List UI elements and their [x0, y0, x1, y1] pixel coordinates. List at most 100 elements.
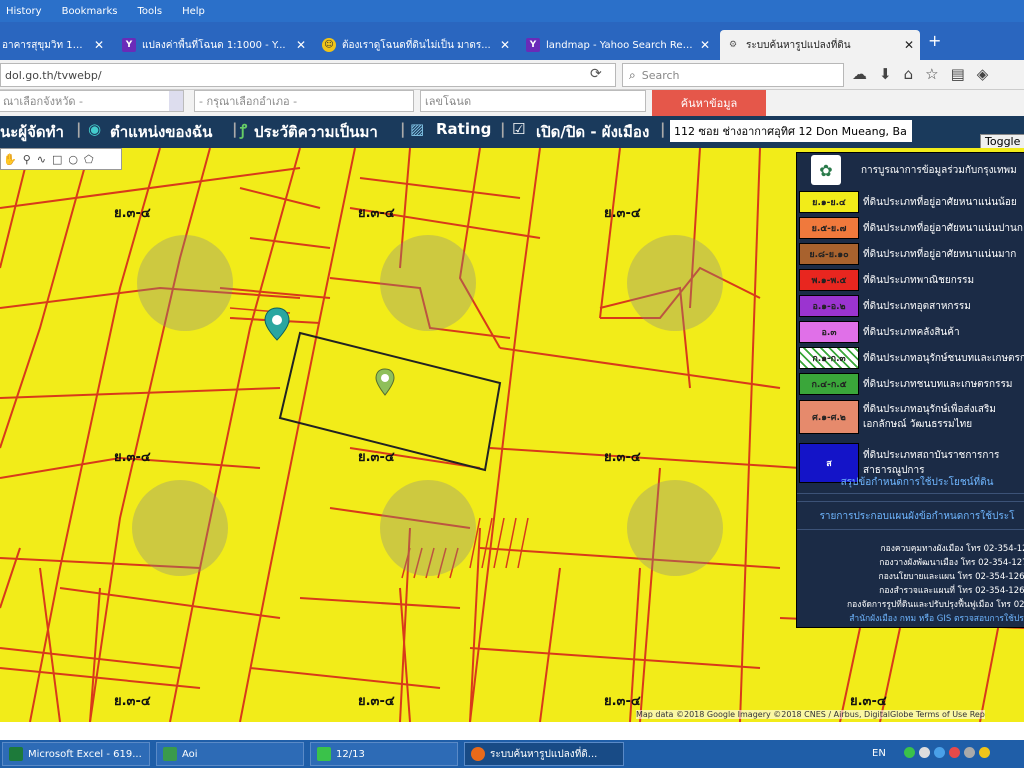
toolbar-about[interactable]: นะผู้จัดทำ [0, 120, 64, 144]
nav-icons: ☁ ⬇ ⌂ ☆ ▤ ◈ [852, 65, 988, 83]
province-select[interactable]: ณาเลือกจังหวัด - [0, 90, 184, 112]
circle-tool-icon[interactable]: ○ [68, 153, 78, 166]
menu-tools[interactable]: Tools [137, 6, 162, 17]
language-indicator[interactable]: EN [872, 748, 886, 759]
rectangle-tool-icon[interactable]: □ [52, 153, 62, 166]
toggle-label: Toggle [985, 135, 1021, 148]
toolbar-my-location[interactable]: ตำแหน่งของฉัน [110, 120, 212, 144]
zone-label: ย.๓-๔ [114, 450, 151, 465]
legend-swatch: ก.๑-ก.๓ [799, 347, 859, 369]
legend-divider [797, 529, 1024, 530]
address-input[interactable]: 112 ซอย ช่างอากาศอุทิศ 12 Don Mueang, Ba [670, 120, 912, 142]
marker-tool-icon[interactable]: ⚲ [23, 153, 31, 166]
search-input[interactable]: ⌕ Search [622, 63, 844, 87]
menu-bar: History Bookmarks Tools Help [0, 0, 1024, 22]
sprout-icon: ꝭ [240, 121, 248, 139]
tab-label: ระบบค้นหารูปแปลงที่ดิน [746, 39, 851, 51]
power-icon[interactable] [979, 747, 990, 758]
menu-history[interactable]: History [6, 6, 42, 17]
zone-label: ย.๓-๔ [850, 694, 887, 709]
new-tab-icon[interactable]: + [928, 31, 941, 50]
toolbar-history[interactable]: ประวัติความเป็นมา [254, 120, 378, 144]
deed-number-input[interactable]: เลขโฉนด [420, 90, 646, 112]
legend-row: ย.๘-ย.๑๐ ที่ดินประเภทที่อยู่อาศัยหนาแน่น… [797, 241, 1024, 267]
tab-1[interactable]: Y แปลงค่าพื้นที่โฉนด 1:1000 - Y... ✕ [116, 30, 312, 60]
taskbar-label: Aoi [182, 748, 198, 760]
close-icon[interactable]: ✕ [904, 38, 914, 52]
checkbox-icon[interactable]: ☑ [512, 120, 525, 138]
taskbar-line[interactable]: 12/13 [310, 742, 458, 766]
province-select-value: ณาเลือกจังหวัด - [3, 95, 84, 108]
legend-link-summary[interactable]: สรุปข้อกำหนดการใช้ประโยชน์ที่ดิน [797, 475, 1024, 490]
toolbar-toggle-cityplan[interactable]: เปิด/ปิด - ผังเมือง [536, 120, 649, 144]
legend-swatch: พ.๑-พ.๕ [799, 269, 859, 291]
chart-icon: ▨ [410, 120, 425, 138]
legend-divider [797, 501, 1024, 502]
polyline-tool-icon[interactable]: ∿ [37, 153, 46, 166]
legend-panel: ✿ การบูรณาการข้อมูลร่วมกับกรุงเทพม ย.๑-ย… [796, 152, 1024, 628]
zone-label: ย.๓-๔ [358, 694, 395, 709]
taskbar-label: ระบบค้นหารูปแปลงที่ดิ... [490, 748, 598, 760]
extension-icon[interactable]: ☁ [852, 65, 867, 83]
globe-icon: ◉ [88, 120, 102, 138]
tab-3[interactable]: Y landmap - Yahoo Search Resu... ✕ [520, 30, 716, 60]
taskbar: Microsoft Excel - 619... Aoi 12/13 ระบบค… [0, 740, 1024, 768]
district-select[interactable]: - กรุณาเลือกอำเภอ - [194, 90, 414, 112]
tab-2[interactable]: ☺ ต้องเราดูโฉนดที่ดินไม่เป็น มาดร... ✕ [316, 30, 516, 60]
contact-line: กองนโยบายและแผน โทร 02-354-1262- [878, 572, 1024, 582]
menu-help[interactable]: Help [182, 6, 205, 17]
zone-label: ย.๓-๔ [604, 694, 641, 709]
toolbar-divider: | [660, 120, 666, 138]
smiley-icon: ☺ [322, 38, 336, 52]
legend-link-details[interactable]: รายการประกอบแผนผังข้อกำหนดการใช้ประโ [797, 509, 1024, 524]
download-icon[interactable]: ⬇ [879, 65, 892, 83]
close-icon[interactable]: ✕ [700, 38, 710, 52]
reading-list-icon[interactable]: ▤ [951, 65, 965, 83]
zone-label: ย.๓-๔ [358, 206, 395, 221]
user-icon [163, 747, 177, 761]
zone-label: ย.๓-๔ [604, 206, 641, 221]
parcel-marker-icon[interactable] [374, 368, 396, 396]
reload-icon[interactable]: ⟳ [590, 66, 602, 82]
skype-icon[interactable] [934, 747, 945, 758]
home-icon[interactable]: ⌂ [904, 65, 914, 83]
antivirus-icon[interactable] [949, 747, 960, 758]
location-pin-icon[interactable] [262, 306, 292, 342]
map-draw-tools: ✋ ⚲ ∿ □ ○ ⬠ [0, 148, 122, 170]
legend-footer-link[interactable]: สำนักผังเมือง กทม หรือ GIS ตรวจสอบการใช้… [797, 611, 1024, 625]
line-tray-icon[interactable] [904, 747, 915, 758]
taskbar-aoi[interactable]: Aoi [156, 742, 304, 766]
legend-row: ก.๔-ก.๕ ที่ดินประเภทชนบทและเกษตรกรรม [797, 371, 1024, 397]
close-icon[interactable]: ✕ [296, 38, 306, 52]
close-icon[interactable]: ✕ [94, 38, 104, 52]
menu-bookmarks[interactable]: Bookmarks [62, 6, 118, 17]
map-credit: Map data ©2018 Google Imagery ©2018 CNES… [636, 710, 985, 719]
polygon-tool-icon[interactable]: ⬠ [84, 153, 94, 166]
pocket-icon[interactable]: ◈ [977, 65, 989, 83]
tab-0[interactable]: อาคารสุขุมวิท 12 - ... ✕ [0, 30, 110, 60]
legend-text: ที่ดินประเภทชนบทและเกษตรกรรม [863, 378, 1013, 390]
taskbar-excel[interactable]: Microsoft Excel - 619... [2, 742, 150, 766]
tab-4-active[interactable]: ⚙ ระบบค้นหารูปแปลงที่ดิน ✕ [720, 30, 920, 60]
taskbar-firefox[interactable]: ระบบค้นหารูปแปลงที่ดิ... [464, 742, 624, 766]
zone-label: ย.๓-๔ [358, 450, 395, 465]
search-button-label: ค้นหาข้อมูล [680, 97, 738, 110]
toolbar-rating[interactable]: Rating [436, 120, 491, 138]
legend-swatch: ย.๕-ย.๗ [799, 217, 859, 239]
url-bar[interactable]: dol.go.th/tvwebp/ [0, 63, 616, 87]
search-button[interactable]: ค้นหาข้อมูล [652, 90, 766, 116]
close-icon[interactable]: ✕ [500, 38, 510, 52]
legend-text: ที่ดินประเภทอนุรักษ์ชนบทและเกษตรก [863, 352, 1024, 364]
tab-label: แปลงค่าพื้นที่โฉนด 1:1000 - Y... [142, 39, 286, 51]
toolbar-divider: | [400, 120, 406, 138]
bookmark-star-icon[interactable]: ☆ [925, 65, 938, 83]
legend-swatch: ศ.๑-ศ.๒ [799, 400, 859, 434]
volume-icon[interactable] [964, 747, 975, 758]
zone-label: ย.๓-๔ [114, 206, 151, 221]
network-icon[interactable] [919, 747, 930, 758]
bma-seal-icon: ✿ [811, 155, 841, 185]
chevron-down-icon[interactable] [169, 91, 183, 111]
legend-row: ศ.๑-ศ.๒ ที่ดินประเภทอนุรักษ์เพื่อส่งเสริ… [797, 397, 1024, 437]
taskbar-label: Microsoft Excel - 619... [28, 748, 142, 760]
hand-icon[interactable]: ✋ [3, 153, 17, 166]
